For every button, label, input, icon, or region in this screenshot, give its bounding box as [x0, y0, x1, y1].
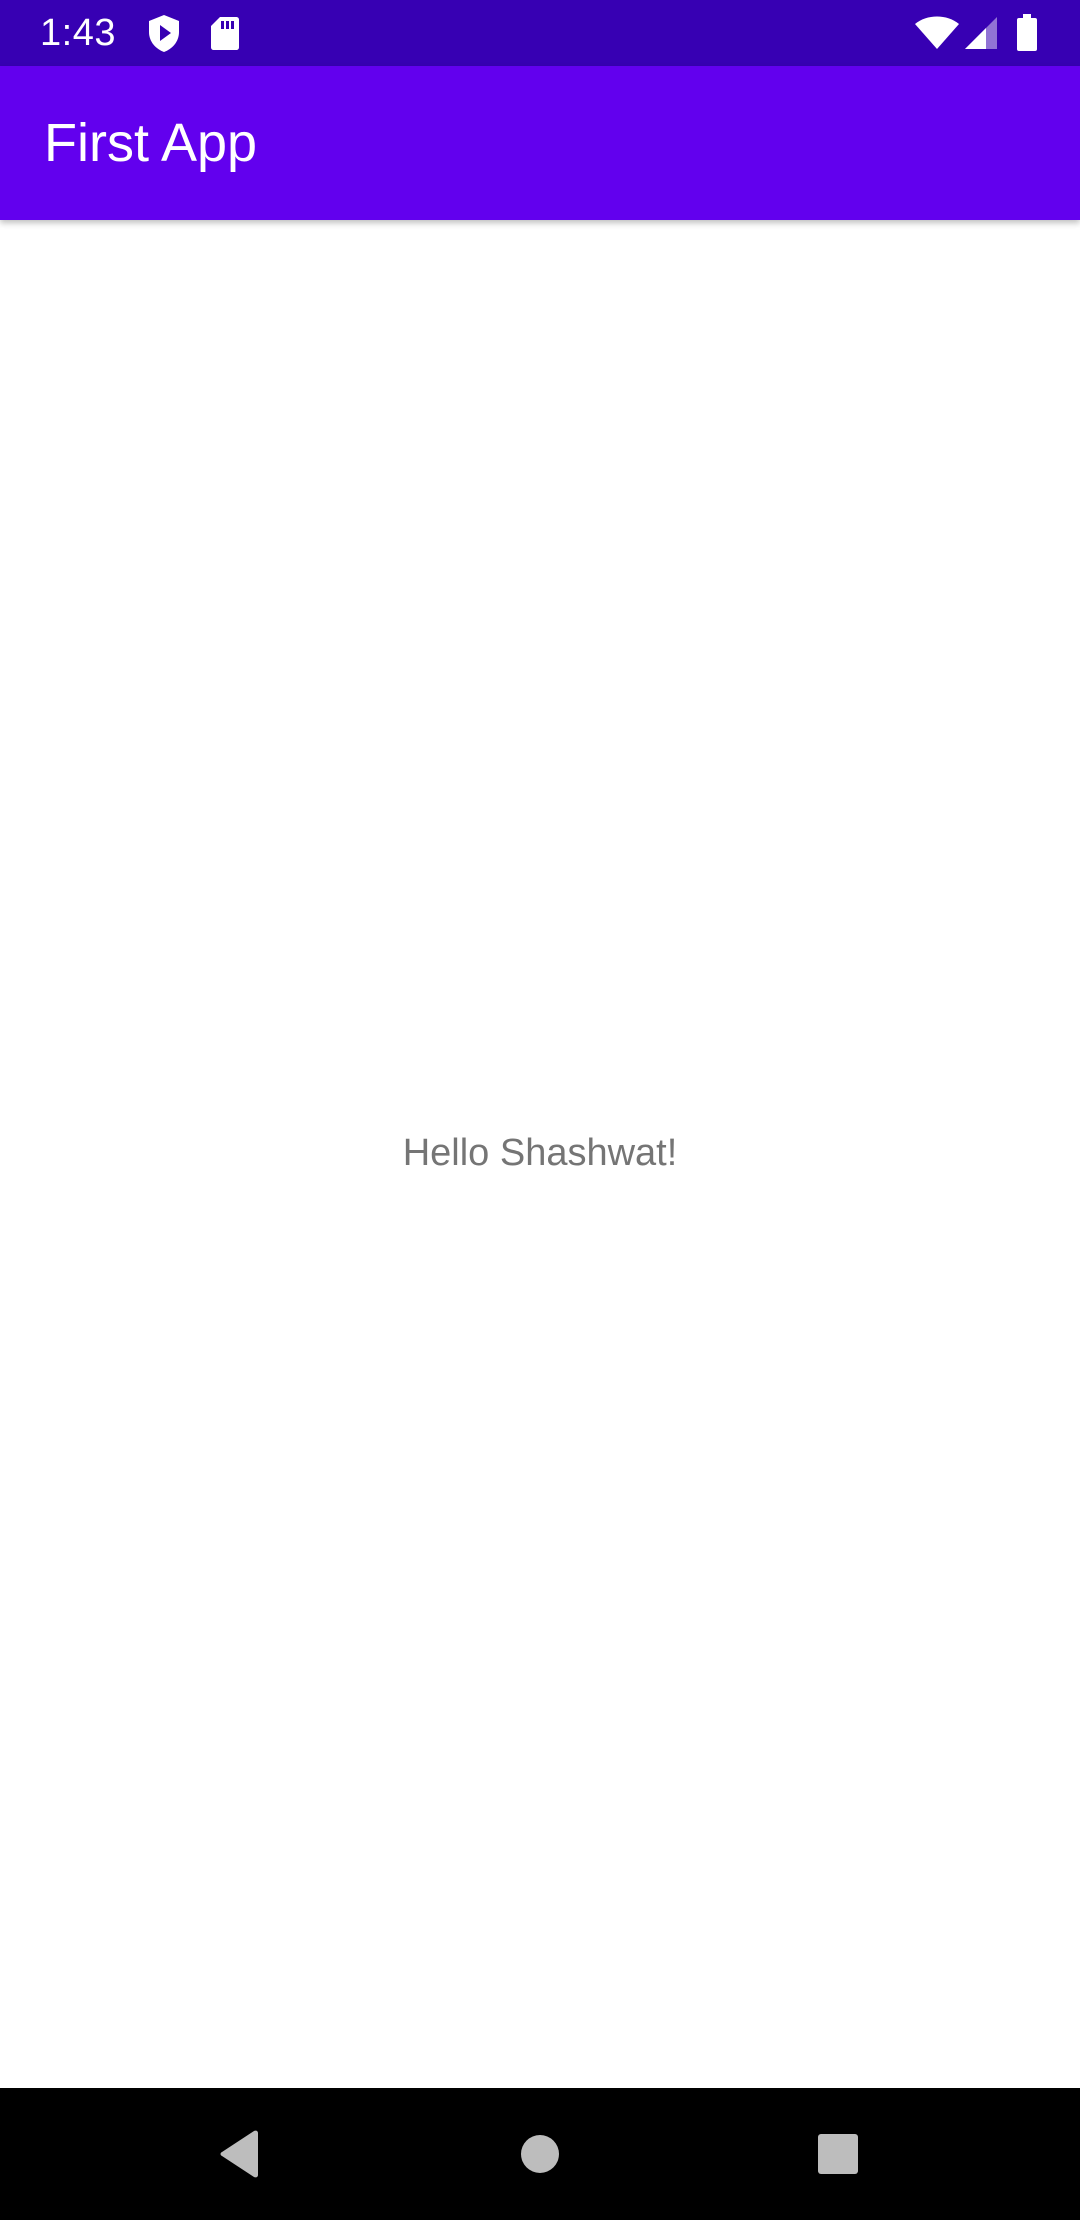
play-protect-icon [146, 0, 182, 66]
recents-button[interactable] [778, 2088, 898, 2220]
battery-icon [1016, 0, 1038, 66]
home-button[interactable] [480, 2088, 600, 2220]
app-title: First App [44, 113, 258, 173]
status-bar: 1:43 [0, 0, 1080, 66]
main-content: Hello Shashwat! [0, 220, 1080, 2088]
home-icon [521, 2135, 559, 2173]
recents-icon [818, 2134, 858, 2174]
status-time: 1:43 [40, 12, 116, 54]
greeting-text: Hello Shashwat! [402, 1132, 678, 1174]
sd-card-icon [210, 0, 240, 66]
cell-signal-icon [964, 0, 998, 66]
app-bar: First App [0, 66, 1080, 220]
back-icon [220, 2130, 258, 2178]
wifi-icon [914, 0, 960, 66]
back-button[interactable] [180, 2088, 300, 2220]
navigation-bar [0, 2088, 1080, 2220]
